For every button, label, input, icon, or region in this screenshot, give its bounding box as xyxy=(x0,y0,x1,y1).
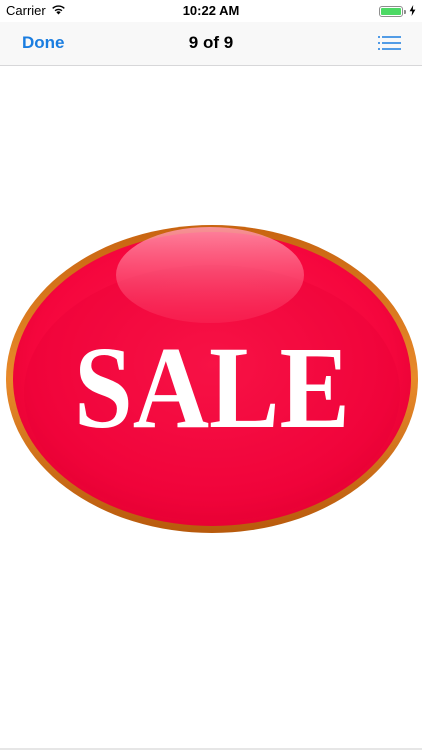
battery-cap xyxy=(404,9,406,14)
screen: Carrier 10:22 AM Done 9 of 9 SALE xyxy=(0,0,422,750)
status-bar: Carrier 10:22 AM xyxy=(0,0,422,22)
done-button[interactable]: Done xyxy=(22,33,65,53)
sale-text: SALE xyxy=(74,322,350,453)
image-viewer: SALE xyxy=(0,66,422,748)
battery-icon xyxy=(379,6,403,17)
battery-fill xyxy=(381,8,401,15)
list-icon[interactable] xyxy=(378,33,402,55)
navigation-bar: Done 9 of 9 xyxy=(0,22,422,66)
status-time: 10:22 AM xyxy=(182,3,240,18)
status-right xyxy=(379,4,416,19)
sale-badge-image: SALE xyxy=(6,225,418,533)
bolt-icon xyxy=(409,4,416,19)
